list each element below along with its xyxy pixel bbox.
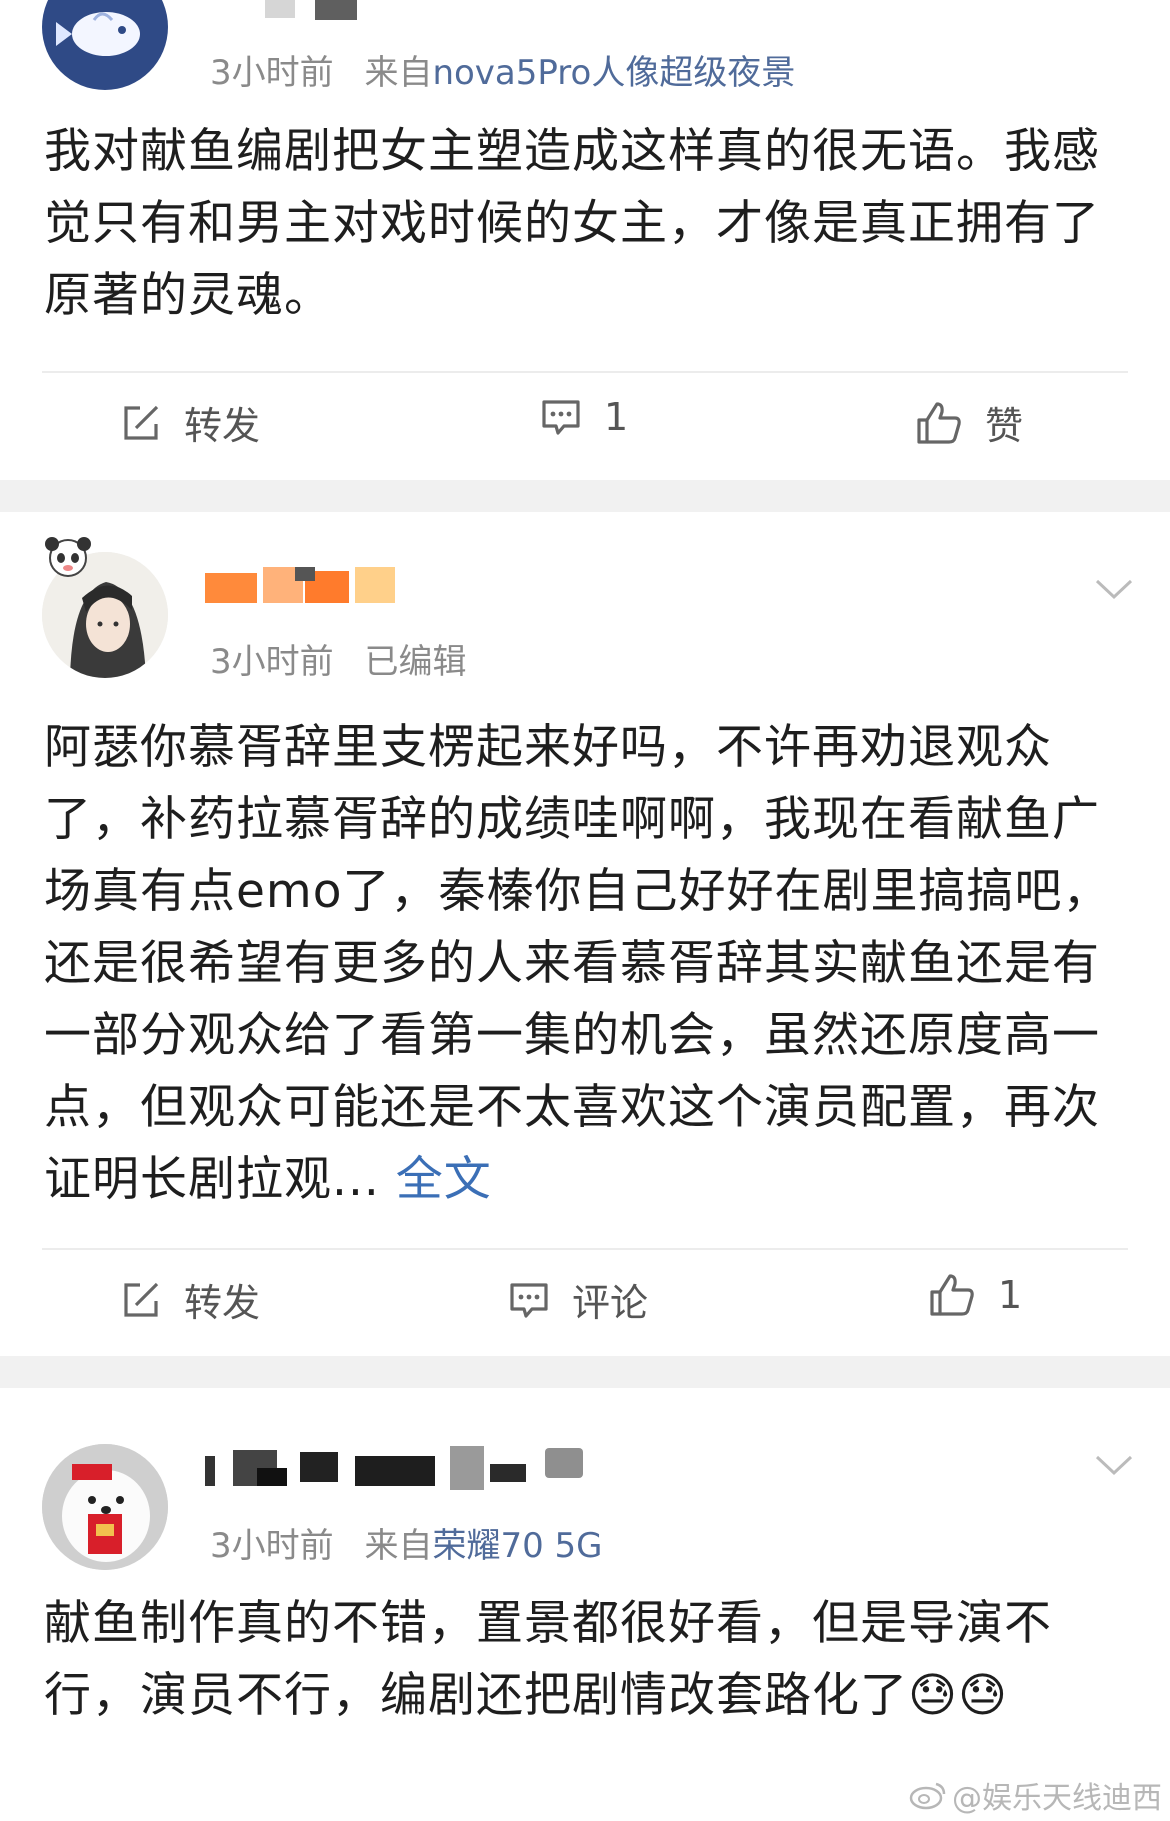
comment-label: 评论	[572, 1281, 649, 1325]
post-time: 3小时前	[210, 53, 334, 93]
post-text: 阿瑟你慕胥辞里支楞起来好吗，不许再劝退观众了，补药拉慕胥辞的成绩哇啊啊，我现在看…	[44, 712, 1134, 1216]
post-source[interactable]: nova5Pro人像超级夜景	[432, 53, 795, 93]
username-redacted	[265, 0, 375, 20]
chevron-down-icon[interactable]	[1094, 577, 1134, 601]
comment-icon	[542, 400, 580, 435]
chevron-down-icon[interactable]	[1094, 1453, 1134, 1477]
avatar[interactable]	[42, 0, 168, 90]
post-text: 我对献鱼编剧把女主塑造成这样真的很无语。我感觉只有和男主对戏时候的女主，才像是真…	[44, 124, 1100, 323]
watermark-text: @娱乐天线迪西	[952, 1781, 1162, 1816]
post-time: 3小时前	[210, 1526, 334, 1566]
post-1: 3小时前 来自nova5Pro人像超级夜景 我对献鱼编剧把女主塑造成这样真的很无…	[0, 0, 1170, 480]
repost-icon	[124, 405, 159, 440]
comment-count: 1	[604, 395, 629, 439]
post-text: 献鱼制作真的不错，置景都很好看，但是导演不行，演员不行，编剧还把剧情改套路化了😓…	[44, 1596, 1052, 1723]
post-meta: 3小时前 已编辑	[210, 634, 486, 683]
panda-badge-icon	[45, 537, 91, 577]
repost-button[interactable]: 转发	[120, 395, 260, 450]
username-redacted	[205, 1446, 585, 1490]
comment-icon	[510, 1282, 548, 1318]
post-meta: 3小时前 来自nova5Pro人像超级夜景	[210, 45, 815, 94]
avatar-dog-image	[42, 1444, 168, 1570]
watermark: @娱乐天线迪西	[908, 1773, 1162, 1817]
avatar[interactable]	[42, 1444, 168, 1570]
edited-label: 已编辑	[364, 642, 467, 682]
post-separator	[0, 480, 1170, 512]
read-more-link[interactable]: 全文	[396, 1152, 492, 1207]
avatar-fish-image	[56, 12, 140, 56]
source-prefix: 来自	[364, 53, 433, 93]
post-separator	[0, 1356, 1170, 1388]
divider	[42, 371, 1128, 373]
post-time: 3小时前	[210, 642, 334, 682]
like-button[interactable]: 1	[928, 1272, 1022, 1318]
divider	[42, 1248, 1128, 1250]
like-icon	[917, 401, 961, 444]
repost-icon	[124, 1282, 159, 1317]
post-2: 3小时前 已编辑 阿瑟你慕胥辞里支楞起来好吗，不许再劝退观众了，补药拉慕胥辞的成…	[0, 512, 1170, 1356]
post-3: 3小时前 来自荣耀70 5G 献鱼制作真的不错，置景都很好看，但是导演不行，演员…	[0, 1388, 1170, 1821]
post-meta: 3小时前 来自荣耀70 5G	[210, 1518, 623, 1567]
like-icon	[930, 1274, 974, 1316]
source-prefix: 来自	[364, 1526, 433, 1566]
weibo-logo-icon	[909, 1782, 946, 1810]
repost-label: 转发	[184, 1281, 261, 1325]
like-label: 赞	[985, 404, 1024, 448]
repost-button[interactable]: 转发	[120, 1272, 260, 1327]
post-text-content: 阿瑟你慕胥辞里支楞起来好吗，不许再劝退观众了，补药拉慕胥辞的成绩哇啊啊，我现在看…	[44, 720, 1111, 1207]
comment-button[interactable]: 评论	[508, 1272, 648, 1327]
repost-label: 转发	[184, 404, 261, 448]
username-redacted	[205, 567, 405, 607]
post-source[interactable]: 荣耀70 5G	[432, 1526, 602, 1566]
like-count: 1	[998, 1273, 1023, 1317]
like-button[interactable]: 赞	[915, 395, 1023, 450]
comment-button[interactable]: 1	[540, 395, 628, 439]
